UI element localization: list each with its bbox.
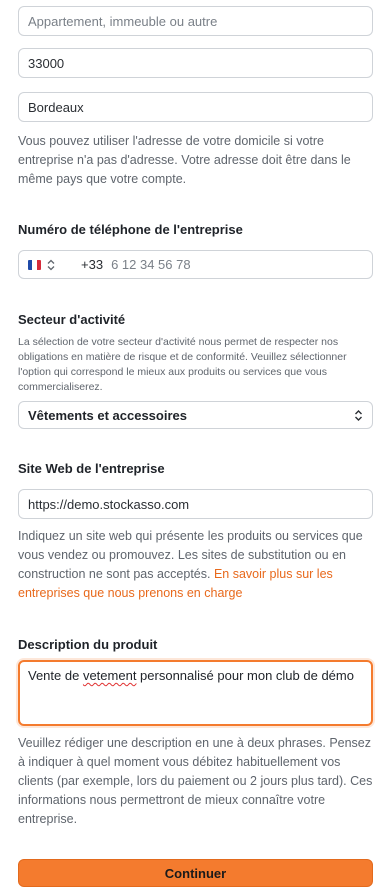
form: Appartement, immeuble ou autre 33000 Bor… bbox=[18, 0, 373, 887]
phone-label: Numéro de téléphone de l'entreprise bbox=[18, 222, 243, 237]
description-text-start: Vente de bbox=[28, 668, 83, 683]
description-text-end: personnalisé pour mon club de démo bbox=[136, 668, 354, 683]
phone-country-code: +33 bbox=[81, 257, 104, 272]
city-input[interactable]: Bordeaux bbox=[18, 92, 373, 122]
select-chevron-icon bbox=[355, 409, 362, 421]
description-help-text: Veuillez rédiger une description en une … bbox=[18, 736, 373, 826]
phone-number-placeholder: 6 12 34 56 78 bbox=[111, 257, 191, 272]
address-line2-input[interactable]: Appartement, immeuble ou autre bbox=[18, 6, 373, 36]
sector-help-text: La sélection de votre secteur d'activité… bbox=[18, 336, 347, 393]
phone-input[interactable]: +33 6 12 34 56 78 bbox=[18, 250, 373, 279]
sector-selected-value: Vêtements et accessoires bbox=[28, 407, 187, 423]
sector-label: Secteur d'activité bbox=[18, 312, 126, 327]
postal-code-input[interactable]: 33000 bbox=[18, 48, 373, 78]
misspelled-word[interactable]: vetement bbox=[83, 668, 136, 683]
sector-select[interactable]: Vêtements et accessoires bbox=[18, 401, 373, 429]
website-help-text: Indiquez un site web qui présente les pr… bbox=[18, 527, 373, 603]
continue-button[interactable]: Continuer bbox=[18, 859, 373, 887]
website-label: Site Web de l'entreprise bbox=[18, 461, 165, 476]
description-label: Description du produit bbox=[18, 637, 158, 652]
france-flag-icon[interactable] bbox=[28, 259, 41, 270]
website-input[interactable]: https://demo.stockasso.com bbox=[18, 489, 373, 519]
country-selector-chevron-icon[interactable] bbox=[47, 259, 55, 271]
description-textarea[interactable]: Vente de vetement personnalisé pour mon … bbox=[18, 660, 373, 726]
address-help-text: Vous pouvez utiliser l'adresse de votre … bbox=[18, 134, 351, 186]
